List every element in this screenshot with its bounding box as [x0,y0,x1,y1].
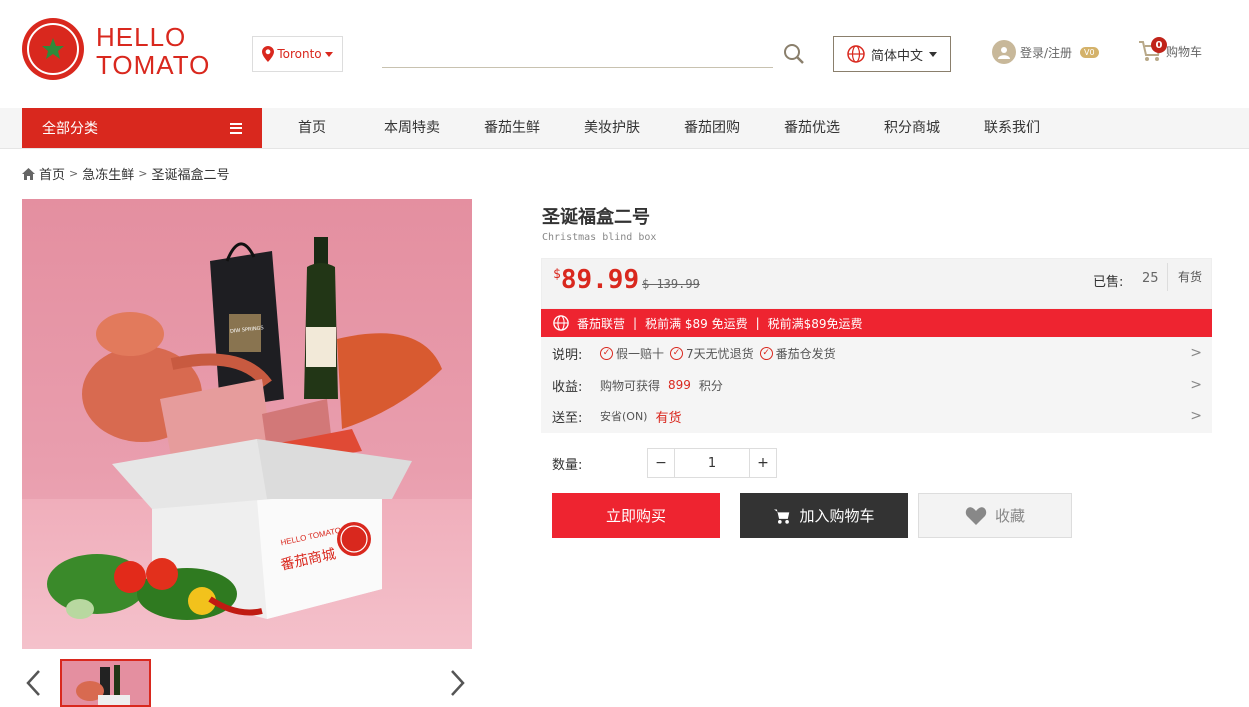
chevron-right-icon: > [138,167,148,180]
current-price: $89.99 [553,265,640,295]
logo-text-line2: TOMATO [96,50,211,80]
location-selector[interactable]: Toronto [252,36,343,72]
caret-down-icon [324,51,333,57]
return-policy-item: 7天无忧退货 [686,346,754,361]
shipping-status: 有货 [655,410,682,426]
original-price: $ 139.99 [642,277,700,291]
chevron-right-icon[interactable] [450,669,466,705]
nav-item-contact[interactable]: 联系我们 [984,108,1040,148]
points-suffix: 积分 [698,378,723,393]
cart-icon [774,508,790,524]
chevron-right-icon: > [1190,345,1202,361]
chevron-right-icon: > [1190,377,1202,393]
caret-down-icon [929,51,937,57]
buy-now-button[interactable]: 立即购买 [552,493,720,538]
nav-item-beauty[interactable]: 美妆护肤 [584,108,640,148]
nav-item-group-buy[interactable]: 番茄团购 [684,108,740,148]
vip-badge: V0 [1080,46,1099,58]
nav-item-weekly-sale[interactable]: 本周特卖 [384,108,440,148]
heart-icon [965,506,987,525]
main-nav: 全部分类 首页 本周特卖 番茄生鲜 美妆护肤 番茄团购 番茄优选 积分商城 联系… [0,108,1249,149]
shipping-row[interactable]: 送至: 安省(ON) 有货 > [552,404,1202,428]
globe-icon [553,315,569,331]
add-to-cart-label: 加入购物车 [799,507,875,525]
nav-item-points-mall[interactable]: 积分商城 [884,108,940,148]
product-subtitle: Christmas blind box [542,232,657,243]
warehouse-item: 番茄仓发货 [775,346,836,361]
promo-text-shipping-2: 税前满$89免运费 [767,316,863,331]
add-to-cart-button[interactable]: 加入购物车 [740,493,908,538]
quantity-label: 数量: [552,458,583,473]
cart-label: 购物车 [1166,44,1203,59]
menu-icon [230,122,242,134]
product-info-panel: 说明: ✓ 假一赔十 ✓ 7天无忧退货 ✓ 番茄仓发货 > 收益: 购物可获得 899… [541,337,1212,433]
language-selector[interactable]: 简体中文 [833,36,951,72]
description-row[interactable]: 说明: ✓ 假一赔十 ✓ 7天无忧退货 ✓ 番茄仓发货 > [552,341,1202,365]
promo-divider: | [633,316,638,330]
quantity-increase-button[interactable]: + [750,449,776,477]
all-categories-label: 全部分类 [42,121,98,137]
check-circle-icon: ✓ [600,346,613,360]
login-register-link[interactable]: 登录/注册 V0 [992,40,1099,64]
all-categories-button[interactable]: 全部分类 [22,108,262,148]
promo-divider: | [755,316,760,330]
quantity-input[interactable]: 1 [674,449,750,477]
cart-link[interactable]: 0 购物车 [1138,37,1203,62]
nav-item-fresh[interactable]: 番茄生鲜 [484,108,540,148]
globe-icon [847,45,865,63]
breadcrumb-home[interactable]: 首页 [39,164,65,183]
breadcrumb-category[interactable]: 急冻生鲜 [82,164,134,183]
points-prefix: 购物可获得 [600,378,661,393]
thumbnail-strip [22,657,472,707]
location-label: Toronto [277,47,322,61]
guarantee-item: 假一赔十 [616,346,665,361]
check-circle-icon: ✓ [759,346,773,360]
breadcrumb: 首页 > 急冻生鲜 > 圣诞福盒二号 [22,164,229,183]
favorite-button[interactable]: 收藏 [918,493,1072,538]
quantity-decrease-button[interactable]: − [648,449,674,477]
search-input[interactable] [382,67,773,68]
thumbnail-image[interactable] [60,659,151,707]
search-button[interactable] [780,40,808,68]
breadcrumb-current: 圣诞福盒二号 [151,168,230,183]
chevron-right-icon: > [69,167,79,180]
user-avatar-icon [992,40,1016,64]
chevron-right-icon: > [1190,408,1202,424]
points-value: 899 [668,378,691,392]
nav-item-home[interactable]: 首页 [298,108,326,148]
description-label: 说明: [552,347,583,363]
points-label: 收益: [552,379,583,395]
language-label: 简体中文 [870,48,923,64]
search-icon [784,44,804,64]
sold-count: 25 [1142,271,1159,286]
promo-text-shipping: 税前满 $89 免运费 [645,316,748,331]
favorite-label: 收藏 [994,507,1025,525]
price-panel: $89.99 $ 139.99 已售: 25 有货 [541,258,1212,309]
promo-text-partner: 番茄联营 [577,316,626,331]
buy-now-label: 立即购买 [605,507,666,525]
promo-bar: 番茄联营 | 税前满 $89 免运费 | 税前满$89免运费 [541,309,1212,337]
stock-status: 有货 [1167,263,1202,291]
cart-count-badge: 0 [1151,37,1167,53]
points-row[interactable]: 收益: 购物可获得 899 积分 > [552,373,1202,397]
check-circle-icon: ✓ [670,346,684,360]
sold-label: 已售: [1093,275,1124,290]
tomato-logo-icon [22,18,84,80]
home-icon [22,167,35,180]
shipping-region: 安省(ON) [600,410,648,423]
quantity-stepper: − 1 + [647,448,777,478]
login-label: 登录/注册 [1020,45,1073,60]
location-pin-icon [262,46,275,62]
product-main-image: HELLO TOMATO 番茄商城 DIW SPRINGS [22,199,472,649]
product-title: 圣诞福盒二号 [542,207,650,228]
chevron-left-icon[interactable] [25,669,41,705]
logo-text-line1: HELLO [96,22,187,52]
shipping-label: 送至: [552,410,583,426]
site-logo[interactable]: HELLO TOMATO [22,18,222,82]
nav-item-selection[interactable]: 番茄优选 [784,108,840,148]
